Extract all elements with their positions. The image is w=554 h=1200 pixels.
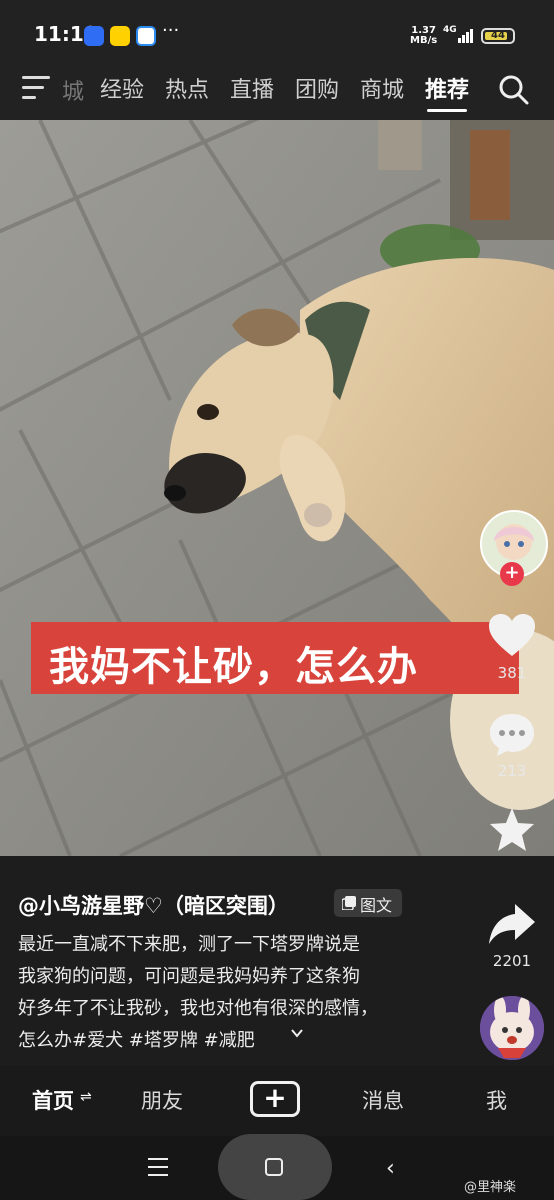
like-icon[interactable]: [487, 612, 537, 660]
system-back-icon[interactable]: ‹: [386, 1156, 395, 1181]
tab-experience[interactable]: 经验: [100, 72, 144, 104]
tab-messages[interactable]: 消息: [362, 1085, 404, 1115]
post-description-line: 好多年了不让我砂，我也对他有很深的感情，: [18, 998, 378, 1019]
net-speed: 1.37 MB/s: [410, 26, 437, 46]
video-app-icon: [136, 26, 156, 46]
share-icon[interactable]: [487, 900, 537, 948]
image-text-icon: [342, 896, 356, 910]
tab-hot[interactable]: 热点: [165, 72, 209, 104]
meituan-app-icon: [110, 26, 130, 46]
top-nav: 城 经验 热点 直播 团购 商城 推荐: [0, 64, 554, 120]
system-home-icon[interactable]: [265, 1158, 283, 1176]
video-caption: 我妈不让砂，怎么办: [49, 644, 418, 690]
tab-mall[interactable]: 商城: [360, 72, 404, 104]
tab-me[interactable]: 我: [486, 1085, 507, 1115]
tab-live[interactable]: 直播: [230, 72, 274, 104]
baidu-app-icon: [84, 26, 104, 46]
image-text-badge[interactable]: 图文: [334, 889, 402, 917]
battery-icon: 44: [481, 28, 515, 44]
search-icon[interactable]: [496, 72, 530, 106]
tab-group-buy[interactable]: 团购: [295, 72, 339, 104]
author-name[interactable]: @小鸟游星野♡（暗区突围）: [18, 890, 289, 920]
tab-faded[interactable]: 城: [62, 74, 84, 106]
status-bar: 11:19 ··· 1.37 MB/s 4G 44: [0, 0, 554, 64]
create-plus-icon: +: [263, 1081, 287, 1114]
tab-recommend[interactable]: 推荐: [425, 72, 469, 104]
battery-level: 44: [491, 30, 505, 41]
tab-home[interactable]: 首页: [32, 1085, 74, 1115]
expand-chevron-icon[interactable]: [290, 1026, 304, 1040]
active-tab-indicator: [427, 109, 467, 112]
net-speed-unit: MB/s: [410, 35, 438, 46]
network-type: 4G: [443, 25, 457, 35]
share-count: 2201: [492, 952, 532, 970]
weibo-watermark: @里神楽: [464, 1180, 517, 1195]
create-button[interactable]: +: [250, 1081, 300, 1117]
menu-icon[interactable]: [22, 76, 50, 102]
post-photo[interactable]: [0, 120, 554, 856]
dog-photo: [0, 120, 554, 856]
post-description-line: 我家狗的问题，可问题是我妈妈养了这条狗: [18, 966, 360, 987]
favorite-star-icon[interactable]: [487, 806, 537, 854]
post-description-line[interactable]: 怎么办#爱犬 #塔罗牌 #减肥: [18, 1026, 478, 1052]
video-caption-banner: 我妈不让砂，怎么办: [31, 622, 519, 694]
follow-button[interactable]: +: [500, 562, 524, 586]
tab-friends[interactable]: 朋友: [141, 1085, 183, 1115]
like-count: 381: [497, 664, 527, 682]
status-more: ···: [162, 20, 180, 41]
comment-count: 213: [497, 762, 527, 780]
music-avatar[interactable]: [480, 996, 544, 1060]
badge-label: 图文: [360, 896, 393, 915]
post-description-line: 最近一直减不下来肥，测了一下塔罗牌说是: [18, 934, 360, 955]
comment-icon[interactable]: [487, 710, 537, 758]
refresh-icon[interactable]: ⇌: [80, 1089, 92, 1105]
signal-icon: [458, 27, 476, 43]
character-avatar-image: [480, 996, 544, 1060]
system-menu-icon[interactable]: [148, 1158, 168, 1176]
